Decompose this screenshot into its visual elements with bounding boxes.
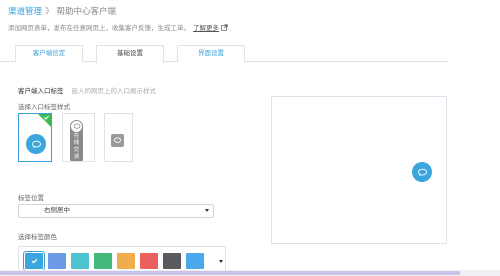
breadcrumb-root-link[interactable]: 渠道管理 (8, 6, 42, 16)
chat-bubble-icon (26, 134, 46, 154)
color-swatch[interactable] (23, 251, 45, 271)
preview-chat-bubble-icon (412, 162, 432, 182)
section-title: 客户端入口标签 (18, 88, 64, 95)
color-swatch[interactable] (94, 253, 112, 269)
color-swatch[interactable] (140, 253, 158, 269)
color-label: 选择标签颜色 (18, 234, 57, 241)
learn-more-link[interactable]: 了解更多 (193, 22, 219, 32)
position-label: 标签位置 (18, 195, 44, 202)
color-swatch[interactable] (163, 253, 181, 269)
check-icon (31, 258, 37, 264)
tab-bar: 客户端信定 基础设置 界面设置 (0, 45, 448, 63)
external-link-icon[interactable] (221, 23, 228, 31)
color-swatch[interactable] (71, 253, 89, 269)
breadcrumb-separator: 》 (45, 6, 54, 16)
color-swatch[interactable] (48, 253, 66, 269)
tab-interface-settings[interactable]: 界面设置 (177, 45, 245, 62)
breadcrumb-current: 帮助中心客户端 (56, 6, 117, 16)
horizontal-scrollbar[interactable] (0, 270, 500, 276)
description-text: 添加网页表单，发布在任意网页上，收集客户反馈，生成工单。 (8, 25, 190, 32)
position-select-value: 右侧居中 (44, 207, 70, 214)
style-option-square[interactable] (104, 113, 133, 162)
style-option-bubble[interactable] (18, 113, 52, 162)
scrollbar-thumb[interactable] (0, 271, 460, 275)
style-option-vertical-pill[interactable]: 在线交谈 (62, 113, 95, 162)
preview-panel (271, 96, 447, 244)
position-select[interactable]: 右侧居中 (18, 204, 214, 218)
section-heading: 客户端入口标签 嵌入的网页上的入口展示样式 (18, 85, 156, 95)
vertical-pill-tab: 在线交谈 (70, 120, 83, 161)
tab-basic-settings[interactable]: 基础设置 (96, 45, 164, 63)
chat-bubble-icon (71, 121, 82, 132)
pill-text: 在线交谈 (73, 133, 80, 160)
check-icon (44, 115, 49, 120)
chat-square-icon (111, 134, 124, 147)
color-swatch[interactable] (186, 253, 204, 269)
chevron-down-icon (205, 209, 209, 212)
chevron-down-icon[interactable] (219, 260, 223, 263)
style-label: 选择入口标签样式 (18, 104, 70, 111)
color-swatch[interactable] (117, 253, 135, 269)
tab-client-binding[interactable]: 客户端信定 (15, 45, 83, 62)
page-description: 添加网页表单，发布在任意网页上，收集客户反馈，生成工单。 了解更多 (8, 22, 228, 32)
section-hint: 嵌入的网页上的入口展示样式 (71, 88, 157, 95)
breadcrumb: 渠道管理》帮助中心客户端 (8, 5, 116, 17)
